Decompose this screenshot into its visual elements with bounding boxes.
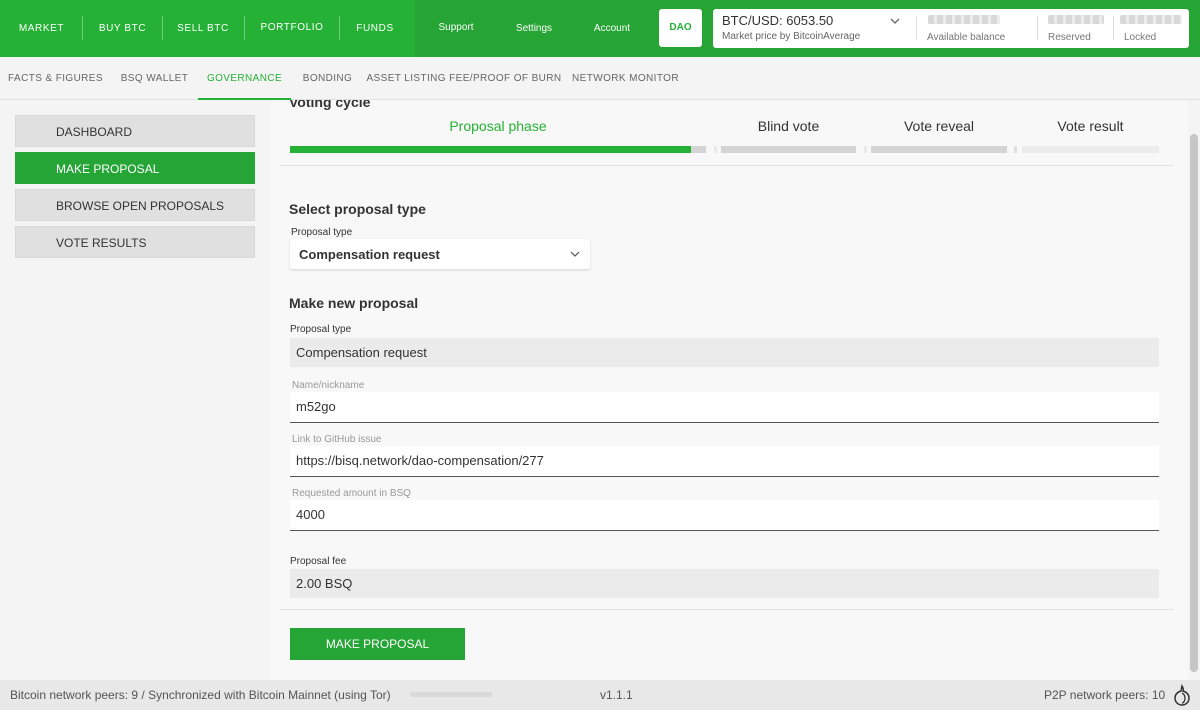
- tor-network-icon[interactable]: [1173, 684, 1191, 706]
- balance-separator: [1037, 16, 1038, 40]
- market-price-source: Market price by BitcoinAverage: [722, 31, 861, 42]
- nav-portfolio[interactable]: PORTFOLIO: [244, 0, 340, 57]
- dao-sub-navigation: FACTS & FIGURES BSQ WALLET GOVERNANCE BO…: [0, 57, 1200, 100]
- nav-funds[interactable]: FUNDS: [340, 0, 410, 57]
- sidebar-item-vote-results[interactable]: VOTE RESULTS: [15, 226, 255, 258]
- requested-amount-label: Requested amount in BSQ: [292, 488, 411, 499]
- available-balance-value: [928, 15, 1000, 24]
- phase-blind-vote: Blind vote: [757, 118, 820, 134]
- phase-break-bar: [1014, 146, 1017, 153]
- top-navigation-bar: MARKET BUY BTC SELL BTC PORTFOLIO FUNDS …: [0, 0, 1200, 57]
- proposal-type-select-value: Compensation request: [299, 247, 440, 262]
- bitcoin-network-status: Bitcoin network peers: 9 / Synchronized …: [10, 688, 391, 702]
- tab-facts-figures[interactable]: FACTS & FIGURES: [0, 57, 111, 100]
- proposal-type-label: Proposal type: [290, 324, 352, 335]
- reserved-balance-label: Reserved: [1048, 32, 1091, 43]
- proposal-fee-label: Proposal fee: [290, 556, 347, 567]
- voting-cycle-title: Voting cycle: [289, 100, 371, 110]
- tab-asset-listing-fee[interactable]: ASSET LISTING FEE/PROOF OF BURN: [364, 57, 564, 100]
- github-link-label: Link to GitHub issue: [292, 434, 382, 445]
- p2p-network-status: P2P network peers: 10: [1044, 688, 1166, 702]
- balance-separator: [1113, 16, 1114, 40]
- market-price-box: BTC/USD: 6053.50 Market price by Bitcoin…: [713, 9, 1189, 48]
- primary-nav-group: MARKET BUY BTC SELL BTC PORTFOLIO FUNDS: [0, 0, 415, 57]
- section-divider: [280, 609, 1174, 610]
- phase-proposal: Proposal phase: [449, 118, 547, 134]
- nav-settings[interactable]: Settings: [503, 0, 565, 57]
- tab-bsq-wallet[interactable]: BSQ WALLET: [111, 57, 198, 100]
- phase-vote-result: Vote result: [1057, 118, 1124, 134]
- market-price-selector[interactable]: BTC/USD: 6053.50: [722, 13, 833, 28]
- scrollbar-thumb[interactable]: [1190, 134, 1198, 672]
- tab-network-monitor[interactable]: NETWORK MONITOR: [564, 57, 687, 100]
- section-divider: [280, 165, 1174, 166]
- vote-reveal-progress: [871, 146, 1007, 153]
- nav-buy-btc[interactable]: BUY BTC: [83, 0, 162, 57]
- balance-separator: [916, 16, 917, 40]
- main-content: Voting cycle Proposal phase Blind vote V…: [270, 100, 1188, 680]
- chevron-down-icon: [570, 251, 580, 257]
- sidebar-item-make-proposal[interactable]: MAKE PROPOSAL: [15, 152, 255, 184]
- proposal-fee-field: 2.00 BSQ: [290, 569, 1159, 598]
- name-nickname-input[interactable]: m52go: [290, 392, 1159, 423]
- tab-governance[interactable]: GOVERNANCE: [198, 57, 291, 100]
- github-link-input[interactable]: https://bisq.network/dao-compensation/27…: [290, 446, 1159, 477]
- proposal-type-select[interactable]: Compensation request: [290, 239, 590, 269]
- nav-dao-button[interactable]: DAO: [659, 9, 702, 47]
- sync-progress-bar: [410, 692, 492, 697]
- chevron-down-icon[interactable]: [889, 15, 901, 27]
- nav-market[interactable]: MARKET: [0, 0, 83, 57]
- nav-account[interactable]: Account: [581, 0, 643, 57]
- phase-vote-reveal: Vote reveal: [903, 118, 975, 134]
- reserved-balance-value: [1048, 15, 1104, 24]
- select-proposal-type-title: Select proposal type: [289, 201, 426, 217]
- locked-balance-value: [1120, 15, 1182, 24]
- proposal-phase-progress: [290, 146, 706, 153]
- status-footer: Bitcoin network peers: 9 / Synchronized …: [0, 680, 1200, 710]
- app-version: v1.1.1: [600, 688, 633, 702]
- nav-support[interactable]: Support: [427, 0, 485, 57]
- locked-balance-label: Locked: [1124, 32, 1157, 43]
- tab-bonding[interactable]: BONDING: [291, 57, 364, 100]
- governance-sidebar: DASHBOARD MAKE PROPOSAL BROWSE OPEN PROP…: [0, 100, 270, 680]
- make-new-proposal-title: Make new proposal: [289, 295, 419, 311]
- vote-result-progress: [1022, 146, 1159, 153]
- blind-vote-progress: [721, 146, 856, 153]
- phase-break-bar: [864, 146, 867, 153]
- phase-break-bar: [714, 146, 717, 153]
- requested-amount-input[interactable]: 4000: [290, 500, 1159, 531]
- sidebar-item-dashboard[interactable]: DASHBOARD: [15, 115, 255, 147]
- proposal-type-field: Compensation request: [290, 338, 1159, 367]
- available-balance-label: Available balance: [927, 32, 1006, 43]
- proposal-phase-progress-fill: [290, 146, 692, 153]
- make-proposal-button[interactable]: MAKE PROPOSAL: [290, 628, 465, 660]
- nav-sell-btc[interactable]: SELL BTC: [162, 0, 244, 57]
- name-nickname-label: Name/nickname: [292, 380, 365, 391]
- sidebar-item-browse-open-proposals[interactable]: BROWSE OPEN PROPOSALS: [15, 189, 255, 221]
- proposal-type-select-label: Proposal type: [291, 227, 353, 238]
